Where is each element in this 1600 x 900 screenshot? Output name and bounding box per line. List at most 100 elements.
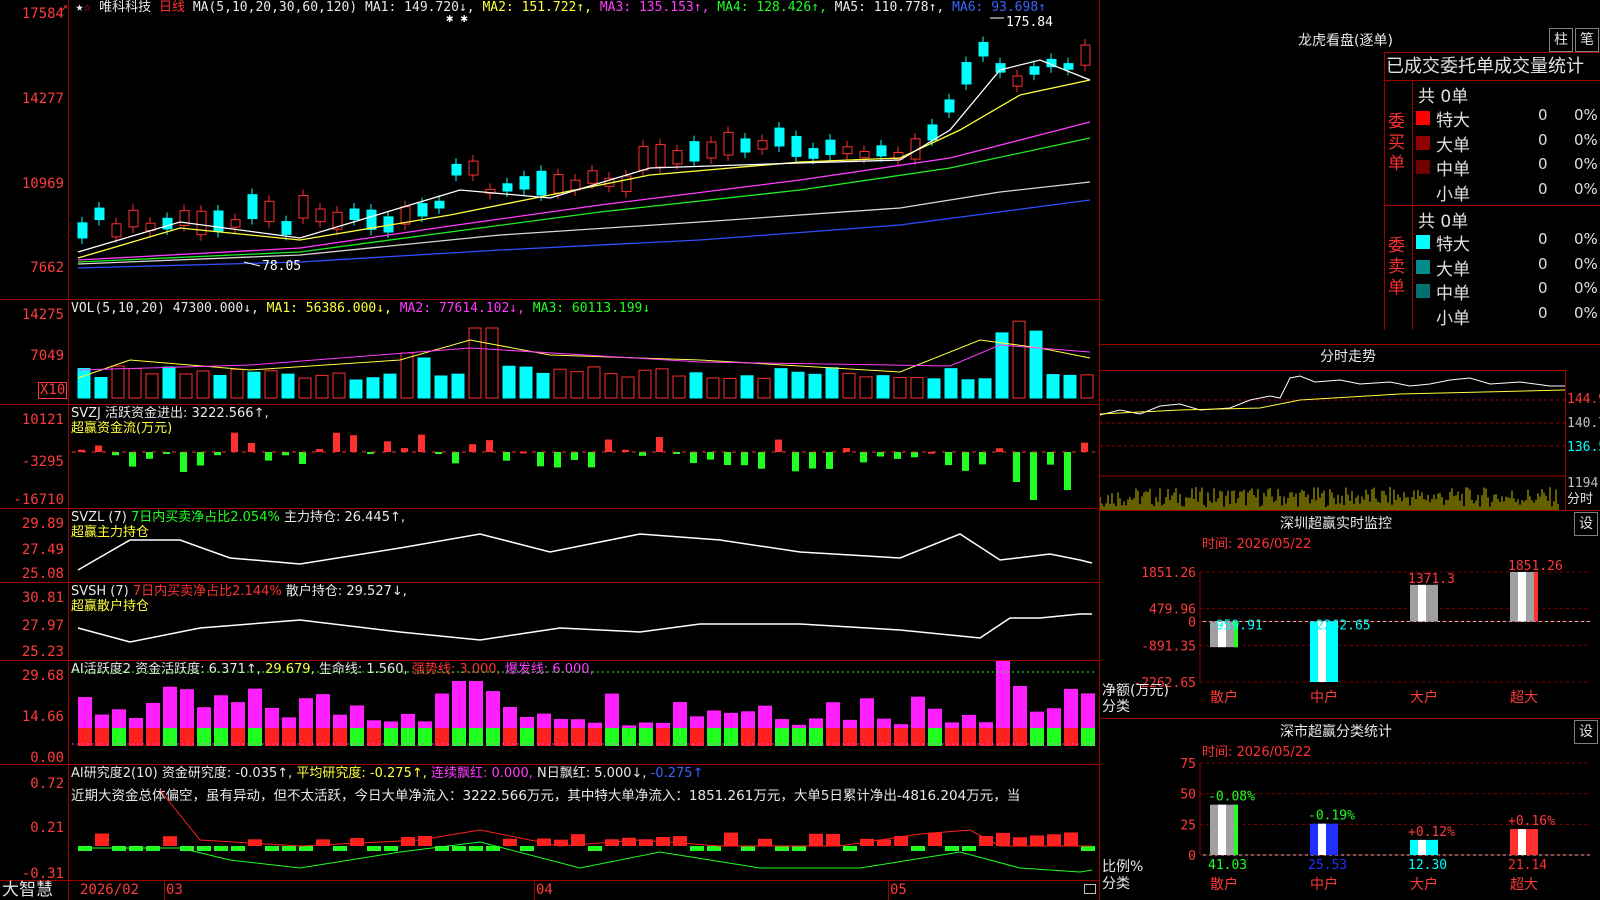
buy-row-count: 0 — [1538, 155, 1548, 173]
sell-color-swatch — [1416, 259, 1430, 274]
lock-icon[interactable] — [1084, 884, 1096, 894]
candle-body — [111, 223, 122, 238]
ai1-base-bar — [826, 728, 840, 746]
sell-color-swatch — [1416, 308, 1430, 323]
candle-body — [247, 194, 258, 220]
ai1-base-bar — [146, 728, 160, 746]
candle-body — [502, 183, 513, 192]
svzj-bar — [809, 452, 816, 469]
volume-bar — [927, 378, 941, 399]
volume-bar — [961, 379, 975, 399]
sell-row-count: 0 — [1538, 230, 1548, 248]
date-start: 2026/02 — [80, 882, 140, 898]
szstat-settings-button[interactable]: 设 — [1574, 720, 1598, 744]
fenshi-price-line — [1100, 375, 1565, 416]
ai1-base-bar — [537, 728, 551, 746]
svzj-bar — [299, 452, 306, 464]
volume-bar — [111, 365, 125, 399]
ai2-bar — [214, 846, 228, 851]
chart-area[interactable]: 17584 14277 10969 7662 14275 7049 X10 10… — [0, 0, 1100, 900]
ai1-base-bar — [656, 728, 670, 746]
ai1-bar — [163, 686, 177, 728]
chart-svg: 175.84 78.05 ✱ ✱ — [72, 11, 1095, 873]
ai1-base-bar — [418, 728, 432, 746]
volume-bar — [706, 377, 720, 399]
svzj-bar — [962, 452, 969, 471]
ai1-bar — [503, 707, 517, 728]
ai1-bar — [367, 720, 381, 728]
y-tick-label: 0 — [1188, 849, 1196, 864]
ai1-bar — [860, 698, 874, 728]
volume-bar — [1029, 330, 1043, 399]
sell-row-percent: 0% — [1574, 279, 1598, 297]
ai1-base-bar — [469, 728, 483, 746]
svzj-bar — [333, 432, 340, 452]
szstat-ylab1: 比例% — [1102, 859, 1144, 875]
ai1-base-bar — [452, 728, 466, 746]
szmon-settings-button[interactable]: 设 — [1574, 512, 1598, 536]
volume-bar — [451, 373, 465, 399]
ai1-bar — [622, 725, 636, 728]
volume-bar — [468, 327, 482, 399]
lhb-tick-button[interactable]: 笔 — [1575, 28, 1599, 52]
volume-bar — [859, 376, 873, 399]
ai2-bar — [826, 833, 840, 846]
ai1-base-bar — [384, 728, 398, 746]
ai1-base-bar — [588, 728, 602, 746]
lhb-tab-label[interactable]: 已成交委托单成交量统计 — [1386, 56, 1584, 78]
buy-row-label: 中单 — [1436, 160, 1470, 180]
buy-row-count: 0 — [1538, 106, 1548, 124]
ai1-bar — [656, 722, 670, 728]
ai2-bar — [503, 838, 517, 846]
szmon-ylab1: 净额(万元) — [1102, 683, 1169, 699]
svzj-bar — [656, 437, 663, 452]
ai1-base-bar — [520, 728, 534, 746]
ai1-base-bar — [486, 728, 500, 746]
ai1-base-bar — [265, 728, 279, 746]
szstat-chart: 75 50 25 0 41.03 -0.08% 散户 25.53 -0.19% 中户 12.30 +0… — [1180, 757, 1590, 893]
lhb-bar-button[interactable]: 柱 — [1549, 28, 1573, 52]
bar-change-label: -0.19% — [1308, 809, 1355, 824]
ai1-bar — [554, 719, 568, 728]
bar-value-label: -2262.65 — [1308, 619, 1371, 634]
ai1-base-bar — [367, 728, 381, 746]
svzj-bar — [707, 452, 714, 460]
buy-color-swatch — [1416, 135, 1430, 150]
ai2-bar — [418, 835, 432, 846]
brand-logo: 大智慧 — [2, 880, 53, 900]
ai1-bar — [401, 713, 415, 728]
ai2-bar — [690, 846, 704, 851]
volume-bar — [1046, 374, 1060, 399]
bar-change-label: +0.12% — [1408, 825, 1455, 840]
category-bar-edge — [1234, 804, 1238, 855]
ai1-bar — [350, 705, 364, 728]
candle-body — [264, 200, 275, 223]
ai1-base-bar — [792, 728, 806, 746]
ai1-base-bar — [435, 728, 449, 746]
svzj-bar — [1064, 452, 1071, 490]
ai1-base-bar — [724, 728, 738, 746]
ai2-bar — [962, 846, 976, 851]
svzj-bar — [401, 448, 408, 452]
ai1-base-bar — [401, 728, 415, 746]
volume-bar — [621, 376, 635, 399]
ai1-bar — [384, 721, 398, 728]
ai2-bar — [775, 846, 789, 851]
candle-body — [961, 62, 972, 85]
category-bar-edge — [1534, 572, 1538, 622]
fenshi-avg-line — [1100, 389, 1565, 415]
category-label: 中户 — [1310, 876, 1338, 893]
svzj-bar — [690, 452, 697, 464]
volume-bar — [519, 366, 533, 399]
y-tick-label: 1851.26 — [1141, 566, 1196, 581]
ai1-bar — [979, 722, 993, 728]
ai2-bar — [265, 846, 279, 851]
vol-ma-line — [77, 339, 1091, 379]
buy-row-percent: 0% — [1574, 179, 1598, 198]
ma1-line — [77, 59, 1091, 253]
ai1-bar — [180, 689, 194, 728]
candle-body — [978, 42, 989, 57]
candle-body — [825, 139, 836, 155]
ai1-base-bar — [95, 728, 109, 746]
ai1-bar — [945, 722, 959, 728]
